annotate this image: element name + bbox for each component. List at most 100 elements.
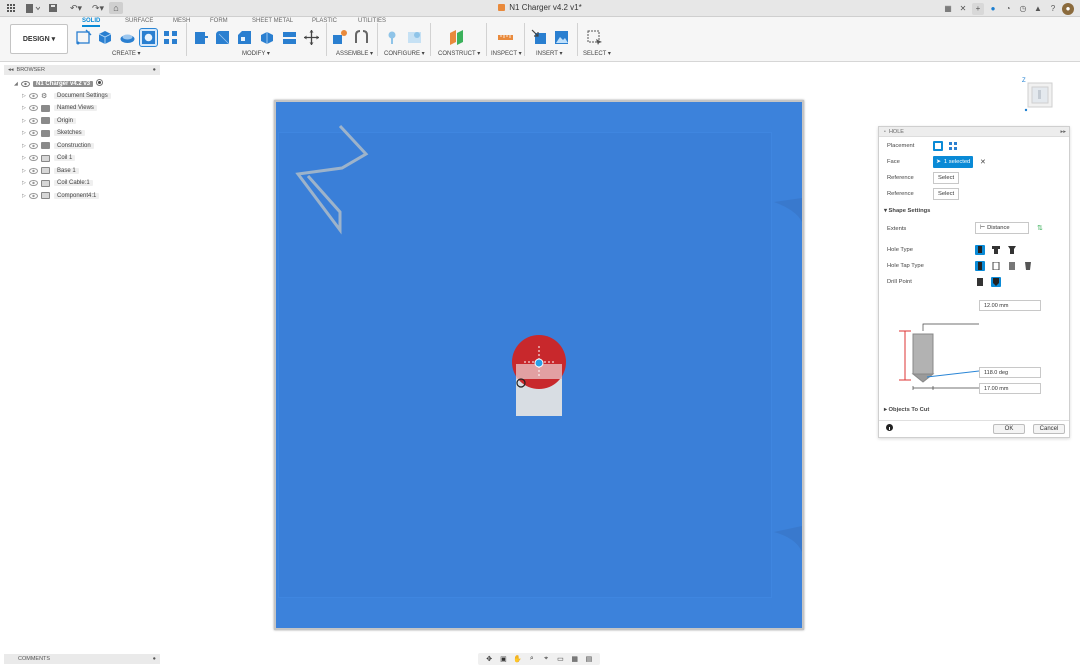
tab-solid[interactable]: SOLID — [82, 18, 101, 27]
workspace-switcher-button[interactable]: DESIGN ▾ — [10, 24, 68, 54]
browser-item[interactable]: ▷ Component4:1 — [22, 190, 100, 201]
tab-mesh[interactable]: MESH — [173, 18, 190, 24]
configure-table-icon[interactable] — [406, 29, 423, 46]
create-menu[interactable]: CREATE ▾ — [112, 50, 141, 57]
expand-arrow-icon[interactable]: ▷ — [22, 118, 29, 124]
close-tab-icon[interactable]: ✕ — [957, 3, 969, 15]
objects-to-cut-header[interactable]: ▸ Objects To Cut — [884, 407, 929, 413]
depth-input[interactable]: 17.00 mm — [979, 383, 1041, 394]
flip-direction-icon[interactable]: ⇅ — [1037, 224, 1043, 232]
tab-plastic[interactable]: PLASTIC — [312, 18, 337, 24]
create-sketch-icon[interactable] — [75, 29, 92, 46]
extents-dropdown[interactable]: ⊢ Distance — [975, 222, 1029, 234]
reference-2-select-button[interactable]: Select — [933, 188, 960, 200]
browser-header[interactable]: ◂◂ BROWSER ● — [4, 65, 160, 75]
pattern-icon[interactable] — [162, 29, 179, 46]
hole-tool-icon[interactable] — [139, 28, 158, 47]
fit-icon[interactable]: ⌖ — [542, 655, 551, 663]
grid-settings-icon[interactable]: ▦ — [570, 655, 579, 663]
tab-sheet-metal[interactable]: SHEET METAL — [252, 18, 293, 24]
visibility-eye-icon[interactable] — [29, 117, 38, 124]
viewports-icon[interactable]: ▤ — [584, 655, 593, 663]
joint-icon[interactable] — [353, 29, 370, 46]
tap-clearance-icon[interactable] — [991, 261, 1001, 271]
configure-icon[interactable] — [386, 29, 403, 46]
activate-radio-icon[interactable] — [96, 79, 104, 88]
job-status-icon[interactable]: ◔ — [1002, 3, 1014, 15]
tap-simple-icon[interactable] — [975, 261, 985, 271]
visibility-eye-icon[interactable] — [29, 105, 38, 112]
cancel-button[interactable]: Cancel — [1033, 424, 1065, 434]
shell-icon[interactable] — [258, 29, 275, 46]
notifications-icon[interactable]: ▲ — [1032, 3, 1044, 15]
visibility-eye-icon[interactable] — [29, 92, 38, 99]
collapse-icon[interactable]: ◂◂ — [8, 67, 14, 73]
insert-menu[interactable]: INSERT ▾ — [536, 50, 562, 57]
visibility-eye-icon[interactable] — [29, 192, 38, 199]
design-canvas[interactable] — [274, 100, 804, 630]
inspect-menu[interactable]: INSPECT ▾ — [491, 50, 522, 57]
tab-utilities[interactable]: UTILITIES — [358, 18, 386, 24]
drill-point-angle-icon[interactable] — [991, 277, 1001, 287]
extensions-icon[interactable]: ● — [987, 3, 999, 15]
visibility-eye-icon[interactable] — [29, 167, 38, 174]
modify-menu[interactable]: MODIFY ▾ — [242, 50, 270, 57]
drill-point-flat-icon[interactable] — [975, 277, 985, 287]
expand-arrow-icon[interactable]: ▷ — [22, 193, 29, 199]
comments-panel[interactable]: COMMENTS ● — [4, 654, 160, 664]
expand-arrow-icon[interactable]: ▷ — [22, 143, 29, 149]
chamfer-icon[interactable] — [236, 29, 253, 46]
expand-arrow-icon[interactable]: ▷ — [22, 155, 29, 161]
expand-arrow-icon[interactable]: ▷ — [22, 130, 29, 136]
look-at-icon[interactable]: ▣ — [499, 655, 508, 663]
hole-center-point[interactable] — [534, 358, 544, 368]
comments-add-icon[interactable]: ● — [153, 656, 156, 662]
configure-menu[interactable]: CONFIGURE ▾ — [384, 50, 425, 57]
history-icon[interactable]: ◷ — [1017, 3, 1029, 15]
ok-button[interactable]: OK — [993, 424, 1025, 434]
expand-arrow-icon[interactable]: ◢ — [14, 81, 21, 87]
browser-pin-icon[interactable]: ● — [153, 67, 156, 73]
browser-item[interactable]: ▷ Sketches — [22, 128, 85, 139]
view-cube[interactable]: Z — [1018, 74, 1058, 114]
tab-surface[interactable]: SURFACE — [125, 18, 153, 24]
avatar[interactable]: ● — [1062, 2, 1074, 15]
pan-icon[interactable]: ✋ — [513, 655, 522, 663]
placement-multiple-icon[interactable] — [948, 141, 958, 151]
orbit-icon[interactable]: ✥ — [485, 655, 494, 663]
visibility-eye-icon[interactable] — [29, 180, 38, 187]
browser-item[interactable]: ▷ Construction — [22, 140, 94, 151]
expand-arrow-icon[interactable]: ▷ — [22, 105, 29, 111]
help-icon[interactable]: ? — [1047, 3, 1059, 15]
measure-icon[interactable] — [497, 29, 514, 46]
hole-preview[interactable] — [504, 334, 584, 424]
diameter-input[interactable]: 12.00 mm — [979, 300, 1041, 311]
new-component-assemble-icon[interactable] — [331, 29, 348, 46]
browser-root-item[interactable]: ◢ N1 Charger v4.2 v3 — [14, 78, 104, 89]
move-copy-icon[interactable] — [303, 29, 320, 46]
browser-item[interactable]: ▷ ⚙ Document Settings — [22, 90, 111, 101]
drill-angle-input[interactable]: 118.0 deg — [979, 367, 1041, 378]
revolve-icon[interactable] — [119, 29, 136, 46]
tab-form[interactable]: FORM — [210, 18, 228, 24]
visibility-eye-icon[interactable] — [29, 130, 38, 137]
tap-taper-icon[interactable] — [1023, 261, 1033, 271]
new-tab-icon[interactable]: + — [972, 2, 984, 15]
zoom-icon[interactable]: ⌕ — [527, 655, 536, 663]
split-body-icon[interactable] — [281, 29, 298, 46]
face-selection-chip[interactable]: ➤ 1 selected — [933, 156, 974, 168]
hole-dialog-drag-icon[interactable]: ▪ — [884, 129, 886, 135]
display-settings-icon[interactable]: ▭ — [556, 655, 565, 663]
browser-item[interactable]: ▷ Coil Cable:1 — [22, 178, 93, 189]
press-pull-icon[interactable] — [192, 29, 209, 46]
visibility-eye-icon[interactable] — [29, 142, 38, 149]
simple-hole-icon[interactable] — [975, 245, 985, 255]
expand-arrow-icon[interactable]: ▷ — [22, 93, 29, 99]
counterbore-hole-icon[interactable] — [991, 245, 1001, 255]
visibility-eye-icon[interactable] — [29, 155, 38, 162]
browser-item[interactable]: ▷ Origin — [22, 115, 77, 126]
browser-item[interactable]: ▷ Coil 1 — [22, 153, 76, 164]
browser-item[interactable]: ▷ Named Views — [22, 103, 97, 114]
grid-view-icon[interactable]: ▦ — [942, 3, 954, 15]
construct-menu[interactable]: CONSTRUCT ▾ — [438, 50, 480, 57]
